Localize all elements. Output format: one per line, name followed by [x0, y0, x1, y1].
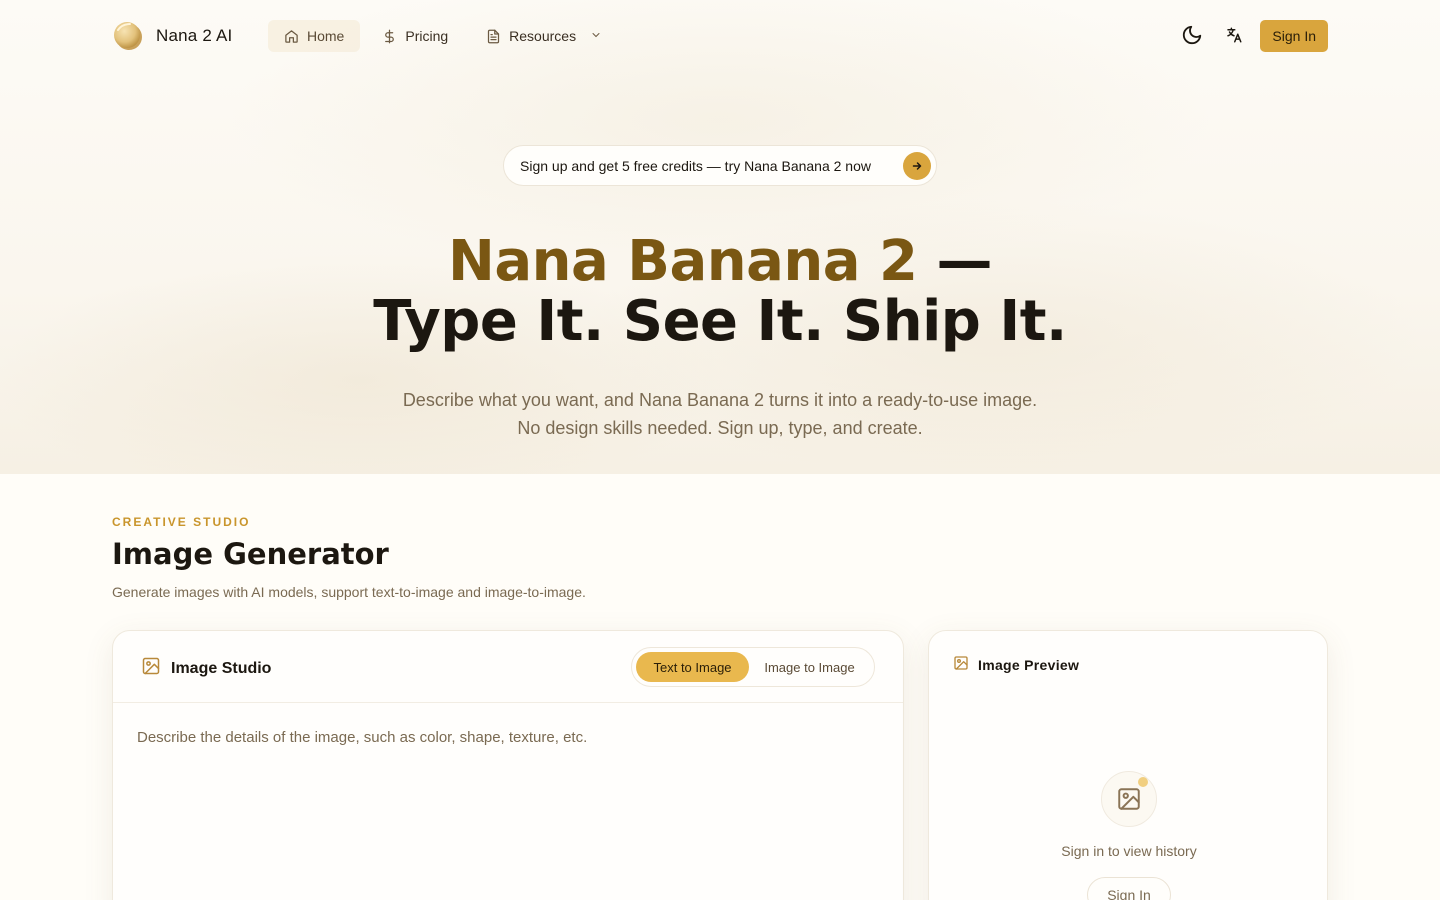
tab-image-to-image[interactable]: Image to Image [749, 652, 870, 682]
tab-text-to-image[interactable]: Text to Image [636, 652, 750, 682]
section-description: Generate images with AI models, support … [112, 584, 586, 600]
translate-icon [1225, 26, 1243, 47]
hero-subtitle-line2: No design skills needed. Sign up, type, … [517, 418, 923, 438]
theme-toggle-button[interactable] [1176, 20, 1208, 52]
prompt-input[interactable] [137, 729, 877, 900]
promo-banner[interactable]: Sign up and get 5 free credits — try Nan… [503, 145, 937, 186]
language-button[interactable] [1222, 20, 1246, 52]
image-studio-card: Image Studio Text to Image Image to Imag… [112, 630, 904, 900]
arrow-right-icon [903, 152, 931, 180]
mode-switch: Text to Image Image to Image [631, 647, 875, 687]
sign-in-button[interactable]: Sign In [1260, 20, 1328, 52]
preview-title: Image Preview [953, 655, 1079, 674]
empty-state-text: Sign in to view history [1061, 843, 1197, 859]
studio-header: Image Studio Text to Image Image to Imag… [113, 631, 903, 703]
top-nav: Nana 2 AI Home Pricing Resources Sign In [0, 0, 1440, 72]
preview-title-text: Image Preview [978, 656, 1080, 673]
section-title: Image Generator [112, 537, 389, 571]
brand-link[interactable]: Nana 2 AI [112, 20, 232, 52]
brand-name: Nana 2 AI [156, 26, 233, 45]
hero-title-accent: Nana Banana 2 [447, 229, 918, 294]
moon-icon [1181, 24, 1203, 49]
hero-title-dash: — [917, 229, 993, 294]
nav-item-resources[interactable]: Resources [470, 20, 621, 52]
promo-text: Sign up and get 5 free credits — try Nan… [520, 157, 871, 174]
document-icon [486, 29, 501, 44]
hero-title: Nana Banana 2 — Type It. See It. Ship It… [0, 232, 1440, 352]
nav-item-label: Resources [509, 28, 577, 44]
nav-item-home[interactable]: Home [268, 20, 361, 52]
hero-title-line2: Type It. See It. Ship It. [373, 289, 1067, 354]
dollar-icon [382, 29, 397, 44]
banana-coin-logo-icon [112, 20, 144, 52]
studio-title-text: Image Studio [171, 659, 272, 677]
section-eyebrow: CREATIVE STUDIO [112, 515, 251, 529]
studio-title: Image Studio [141, 656, 271, 681]
home-icon [284, 29, 299, 44]
hero-subtitle-line1: Describe what you want, and Nana Banana … [402, 390, 1038, 410]
chevron-down-icon [590, 29, 605, 44]
nav-item-label: Pricing [405, 28, 449, 44]
status-dot [1138, 777, 1148, 787]
nav-actions: Sign In [1176, 20, 1328, 52]
nav-item-pricing[interactable]: Pricing [366, 20, 464, 52]
empty-state-image-icon [1101, 771, 1157, 827]
nav-item-label: Home [307, 28, 345, 44]
image-preview-card: Image Preview Sign in to view history Si… [928, 630, 1328, 900]
main-nav: Home Pricing Resources [268, 20, 621, 52]
image-icon [141, 656, 161, 681]
preview-sign-in-button[interactable]: Sign In [1087, 877, 1171, 900]
hero-subtitle: Describe what you want, and Nana Banana … [0, 386, 1440, 442]
image-icon [953, 655, 969, 674]
